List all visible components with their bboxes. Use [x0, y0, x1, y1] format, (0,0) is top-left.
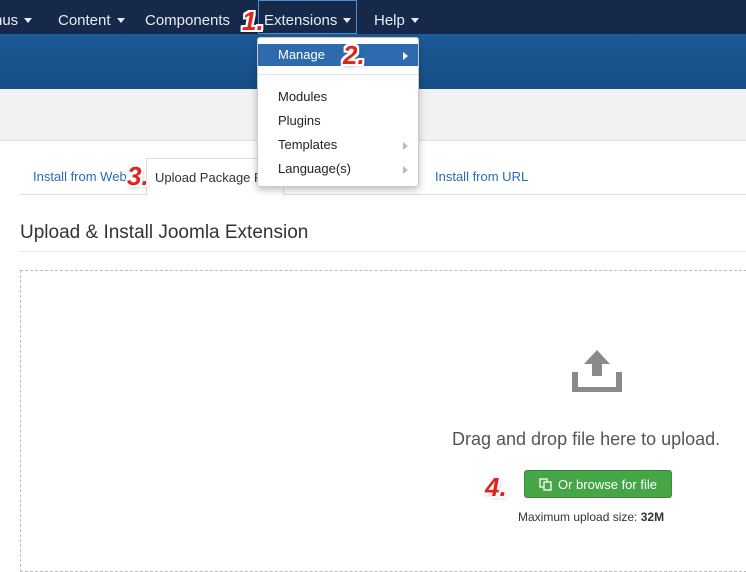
tab-label: Install from URL [435, 169, 529, 184]
tab-label: Install from Web [33, 169, 127, 184]
menu-divider [258, 74, 418, 75]
nav-item-label: nus [0, 12, 19, 29]
tab-install-from-url[interactable]: Install from URL [435, 158, 528, 194]
chevron-right-icon [403, 142, 408, 150]
upload-icon [572, 350, 622, 392]
nav-item-label: Content [58, 12, 111, 29]
nav-item-label: Help [374, 12, 405, 29]
nav-item-label: Components [145, 12, 231, 29]
max-upload-size: Maximum upload size: 32M [518, 510, 664, 524]
extensions-dropdown-menu: Manage Modules Plugins Templates Languag… [257, 37, 419, 187]
tab-install-from-web[interactable]: Install from Web [33, 158, 127, 194]
chevron-right-icon [403, 166, 408, 174]
caret-down-icon [24, 18, 33, 23]
nav-item-menus[interactable]: nus [0, 0, 33, 34]
browse-file-button[interactable]: Or browse for file [524, 470, 672, 498]
caret-down-icon [343, 18, 352, 23]
menu-item-templates[interactable]: Templates [258, 134, 418, 156]
nav-item-help[interactable]: Help [374, 0, 419, 34]
nav-item-extensions[interactable]: Extensions [258, 0, 358, 34]
menu-item-label: Templates [278, 137, 338, 152]
menu-item-languages[interactable]: Language(s) [258, 158, 418, 180]
top-navigation: nus Content Components Extensions Help [0, 0, 746, 34]
menu-item-label: Plugins [278, 113, 321, 128]
max-upload-value: 32M [640, 510, 665, 524]
max-upload-label: Maximum upload size: [518, 510, 638, 524]
step-marker-4: 4. [485, 472, 507, 502]
caret-down-icon [410, 18, 419, 23]
drag-drop-instructions: Drag and drop file here to upload. [452, 429, 721, 449]
step-marker-2: 2. [343, 40, 365, 70]
drop-zone[interactable] [20, 270, 746, 572]
chevron-right-icon [403, 52, 408, 60]
file-copy-icon [539, 478, 552, 491]
menu-item-modules[interactable]: Modules [258, 86, 418, 108]
menu-item-label: Manage [278, 47, 325, 62]
step-marker-1: 1. [242, 6, 264, 36]
section-divider [20, 251, 746, 252]
menu-item-manage[interactable]: Manage [258, 44, 418, 66]
nav-item-label: Extensions [264, 12, 338, 29]
nav-item-components[interactable]: Components [145, 0, 230, 34]
nav-item-content[interactable]: Content [58, 0, 125, 34]
step-marker-3: 3. [127, 161, 149, 191]
browse-button-label: Or browse for file [558, 477, 657, 492]
menu-item-plugins[interactable]: Plugins [258, 110, 418, 132]
menu-item-label: Modules [278, 89, 328, 104]
caret-down-icon [116, 18, 125, 23]
page-title: Upload & Install Joomla Extension [20, 222, 309, 243]
menu-item-label: Language(s) [278, 161, 351, 176]
